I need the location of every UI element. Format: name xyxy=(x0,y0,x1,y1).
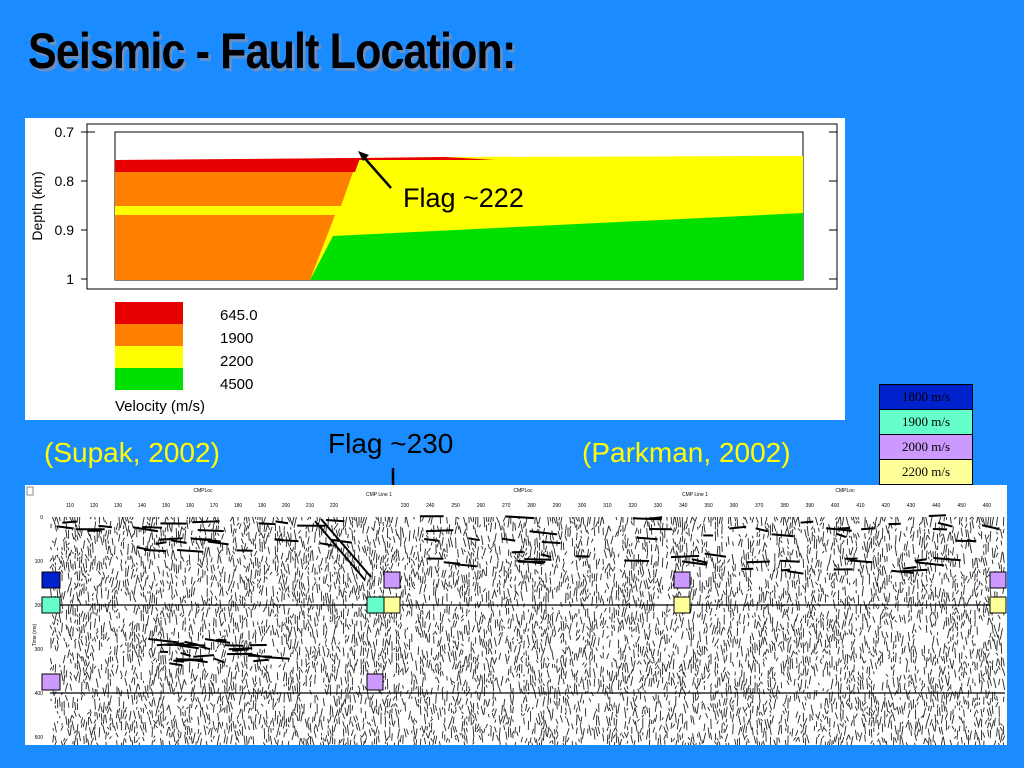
citation-left: (Supak, 2002) xyxy=(44,437,220,468)
seis-ytick: 500 xyxy=(35,735,44,741)
velocity-key: 1800 m/s 1900 m/s 2000 m/s 2200 m/s xyxy=(879,384,973,485)
seis-xtick-left: 160 xyxy=(186,503,195,509)
slide-title: Seismic - Fault Location: xyxy=(28,23,516,79)
flag-label-top: Flag ~222 xyxy=(403,183,524,213)
seis-xtick-right: 420 xyxy=(882,503,891,509)
flag-label-bottom: Flag ~230 xyxy=(328,428,454,459)
marker-2000-flag xyxy=(383,571,401,589)
seis-xtick-right: 300 xyxy=(578,503,587,509)
seismic-section: CMPLoc CMP Line 1 CMPLoc CMP Line 1 CMPL… xyxy=(25,485,1007,745)
legend-swatch-0 xyxy=(115,302,183,324)
seis-xtick-left: 140 xyxy=(138,503,147,509)
legend-title: Velocity (m/s) xyxy=(115,398,205,415)
seis-xtick-left: 170 xyxy=(210,503,219,509)
marker-2200-flag xyxy=(383,596,401,614)
marker-2000-right xyxy=(989,571,1007,589)
seis-xtick-right: 390 xyxy=(806,503,815,509)
velocity-key-2000: 2000 m/s xyxy=(880,435,972,460)
marker-2200-mid xyxy=(673,596,691,614)
ytick-0: 0.7 xyxy=(55,124,75,140)
seis-xtick-right: 450 xyxy=(957,503,966,509)
legend-swatch-3 xyxy=(115,368,183,390)
seis-xtick-right: 330 xyxy=(654,503,663,509)
layer-645-left xyxy=(115,158,360,172)
seis-xtick-right: 360 xyxy=(730,503,739,509)
seis-xtick-right: 270 xyxy=(502,503,511,509)
seis-xtick-right: 320 xyxy=(629,503,638,509)
legend-label-1: 1900 xyxy=(220,330,253,347)
layer-1900-lower xyxy=(115,215,335,280)
seis-ytick: 100 xyxy=(35,559,44,565)
seis-xtick-right: 400 xyxy=(831,503,840,509)
seis-header-mid: CMPLoc xyxy=(513,488,533,494)
seis-xtick-right: 370 xyxy=(755,503,764,509)
seis-xtick-right: 410 xyxy=(856,503,865,509)
seis-xtick-right: 460 xyxy=(983,503,992,509)
marker-2200-right xyxy=(989,596,1007,614)
seis-xtick-left: 120 xyxy=(90,503,99,509)
velocity-model-panel: 0.7 0.8 0.9 1 Depth (km) Flag ~222 645.0… xyxy=(25,118,845,420)
seis-xtick-right: 430 xyxy=(907,503,916,509)
seis-header-right: CMPLoc xyxy=(835,488,855,494)
seis-ytick: 300 xyxy=(35,647,44,653)
legend-label-3: 4500 xyxy=(220,376,253,393)
seis-xtick-left: 130 xyxy=(114,503,123,509)
layer-1900-upper xyxy=(115,172,353,206)
marker-2000-flag-deep xyxy=(366,673,384,691)
seis-xtick-left: 220 xyxy=(330,503,339,509)
seis-xtick-right: 240 xyxy=(426,503,435,509)
seis-xtick-left: 150 xyxy=(162,503,171,509)
marker-2000-left-deep xyxy=(41,673,61,691)
velocity-key-1800: 1800 m/s xyxy=(880,385,972,410)
seis-xtick-right: 350 xyxy=(704,503,713,509)
model-ylabel: Depth (km) xyxy=(29,171,45,240)
legend-label-2: 2200 xyxy=(220,353,253,370)
velocity-model-figure: 0.7 0.8 0.9 1 Depth (km) Flag ~222 645.0… xyxy=(29,123,838,415)
citation-right: (Parkman, 2002) xyxy=(582,437,791,468)
seis-time-label: Time (ms) xyxy=(32,624,38,647)
legend-swatch-1 xyxy=(115,324,183,346)
seis-header-line1: CMP Line 1 xyxy=(366,492,392,498)
velocity-key-2200: 2200 m/s xyxy=(880,460,972,484)
legend-label-0: 645.0 xyxy=(220,307,258,324)
marker-1900-flag xyxy=(366,596,385,614)
seis-header-line2: CMP Line 1 xyxy=(682,492,708,498)
seis-xtick-left: 180 xyxy=(234,503,243,509)
seis-xtick-left: 110 xyxy=(66,503,74,509)
seis-xtick-right: 290 xyxy=(553,503,562,509)
seis-ytick: 400 xyxy=(35,691,44,697)
ytick-1: 0.8 xyxy=(55,173,75,189)
marker-2000-mid xyxy=(673,571,691,589)
seis-ytick: 0 xyxy=(40,515,43,521)
seis-xtick-right: 250 xyxy=(451,503,460,509)
seis-xtick-right: 440 xyxy=(932,503,941,509)
seis-xtick-right: 280 xyxy=(527,503,536,509)
legend-swatch-2 xyxy=(115,346,183,368)
ytick-2: 0.9 xyxy=(55,222,75,238)
seis-xtick-left: 190 xyxy=(258,503,267,509)
seis-xtick-right: 230 xyxy=(401,503,410,509)
seis-xtick-right: 380 xyxy=(780,503,789,509)
velocity-key-1900: 1900 m/s xyxy=(880,410,972,435)
seis-xtick-left: 210 xyxy=(306,503,315,509)
marker-1900-left xyxy=(41,596,61,614)
seis-xtick-right: 260 xyxy=(477,503,486,509)
seis-xtick-left: 200 xyxy=(282,503,291,509)
seis-xtick-right: 310 xyxy=(603,503,612,509)
seismic-figure: CMPLoc CMP Line 1 CMPLoc CMP Line 1 CMPL… xyxy=(25,485,1007,745)
marker-1800-left xyxy=(41,571,61,589)
seis-header-left: CMPLoc xyxy=(193,488,213,494)
ytick-3: 1 xyxy=(66,271,74,287)
seis-xtick-right: 340 xyxy=(679,503,688,509)
